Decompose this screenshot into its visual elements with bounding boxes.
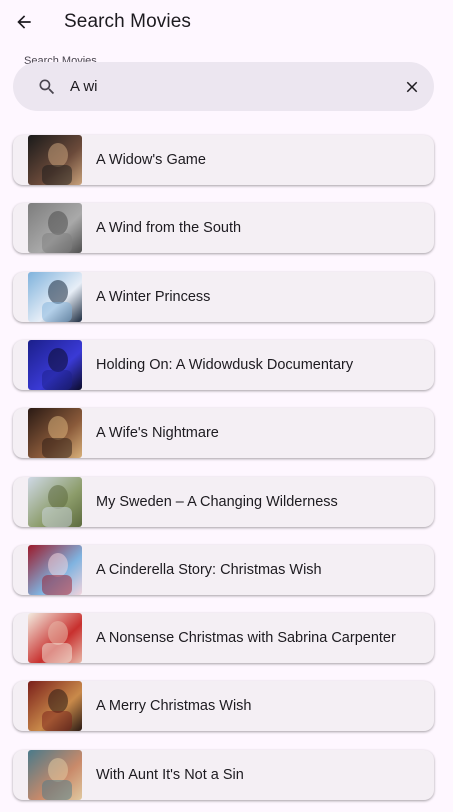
movie-title: A Merry Christmas Wish — [96, 698, 252, 715]
arrow-back-icon — [17, 15, 31, 29]
movie-result-item[interactable]: A Winter Princess — [13, 271, 434, 322]
search-icon-wrap — [13, 62, 57, 111]
movie-result-item[interactable]: Holding On: A Widowdusk Documentary — [13, 339, 434, 390]
clear-search-button[interactable] — [390, 62, 434, 111]
movie-result-item[interactable]: With Aunt It's Not a Sin — [13, 749, 434, 800]
movie-result-item[interactable]: My Sweden – A Changing Wilderness — [13, 476, 434, 527]
movie-result-item[interactable]: A Cinderella Story: Christmas Wish — [13, 544, 434, 595]
page-title: Search Movies — [64, 11, 191, 32]
search-icon — [39, 79, 55, 94]
close-icon — [406, 81, 418, 92]
movie-result-item[interactable]: A Wind from the South — [13, 203, 434, 254]
search-input[interactable] — [70, 62, 390, 111]
movie-poster — [28, 749, 82, 800]
movie-title: Holding On: A Widowdusk Documentary — [96, 356, 354, 373]
app-bar: Search Movies — [0, 0, 453, 44]
movie-poster — [28, 476, 82, 527]
back-button[interactable] — [0, 0, 48, 44]
movie-poster — [28, 408, 82, 459]
movie-poster — [28, 544, 82, 595]
movie-result-item[interactable]: A Widow's Game — [13, 135, 434, 185]
movie-title: My Sweden – A Changing Wilderness — [96, 493, 338, 510]
movie-title: A Nonsense Christmas with Sabrina Carpen… — [96, 630, 396, 647]
movie-title: With Aunt It's Not a Sin — [96, 766, 244, 783]
movie-poster — [28, 339, 82, 390]
movie-poster — [28, 613, 82, 664]
movie-title: A Widow's Game — [96, 152, 206, 168]
movie-result-item[interactable]: A Nonsense Christmas with Sabrina Carpen… — [13, 613, 434, 664]
movie-result-item[interactable]: A Merry Christmas Wish — [13, 681, 434, 732]
movie-title: A Winter Princess — [96, 288, 211, 305]
movie-title: A Cinderella Story: Christmas Wish — [96, 561, 322, 578]
movie-title: A Wife's Nightmare — [96, 425, 219, 442]
search-bar[interactable] — [13, 62, 434, 111]
movie-poster — [28, 203, 82, 254]
movie-poster — [28, 681, 82, 732]
movie-poster — [28, 135, 82, 185]
movie-result-item[interactable]: A Wife's Nightmare — [13, 408, 434, 459]
movie-title: A Wind from the South — [96, 220, 242, 237]
movie-poster — [28, 271, 82, 322]
